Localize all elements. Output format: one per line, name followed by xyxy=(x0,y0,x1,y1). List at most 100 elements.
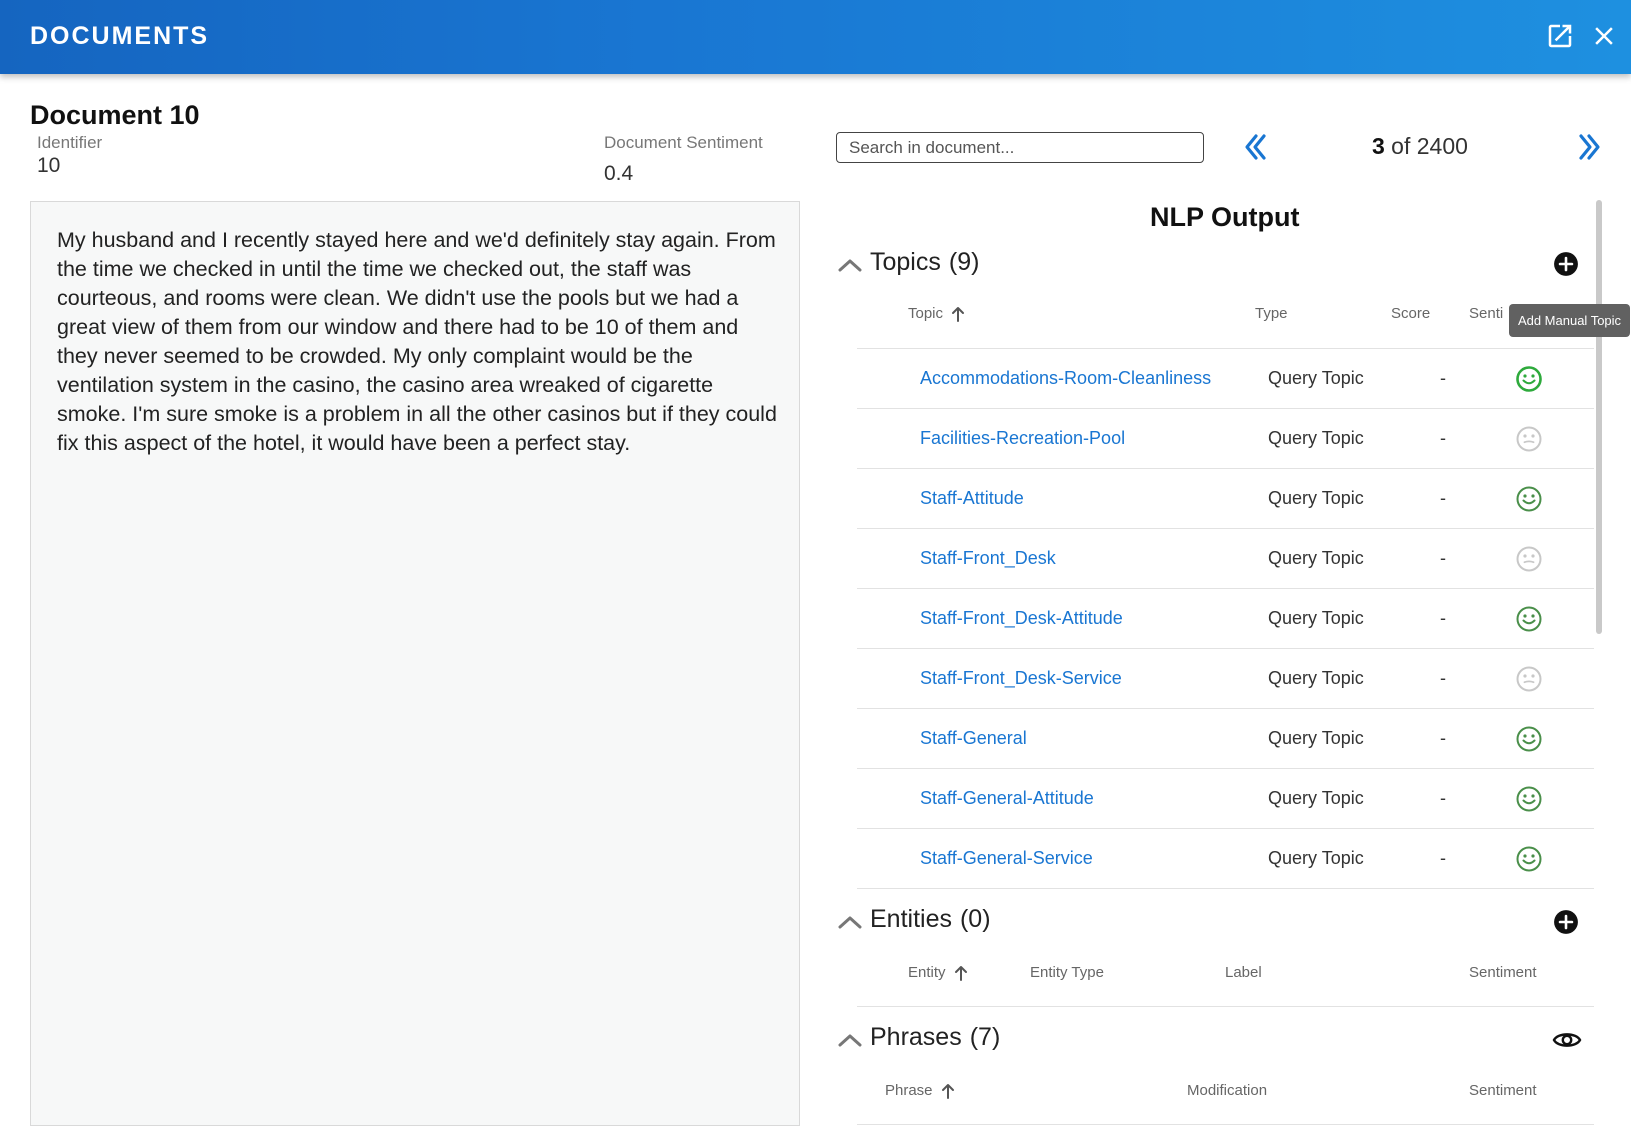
eye-icon xyxy=(1552,1033,1582,1047)
topic-sentiment xyxy=(1515,845,1543,873)
dialog-header: DOCUMENTS xyxy=(0,0,1631,74)
topic-score: - xyxy=(1440,488,1446,508)
neutral-face-icon xyxy=(1516,546,1542,572)
phrases-count: (7) xyxy=(969,1023,1001,1051)
pager-status: 3 of 2400 xyxy=(1372,133,1468,160)
toggle-phrase-highlight-button[interactable] xyxy=(1552,1027,1582,1053)
open-in-new-icon xyxy=(1548,24,1572,48)
smiley-face-icon xyxy=(1516,786,1542,812)
topic-link[interactable]: Staff-Attitude xyxy=(920,488,1024,509)
entities-label: Entities xyxy=(870,905,952,933)
topic-sentiment xyxy=(1515,425,1543,453)
topic-type: Query Topic xyxy=(1268,428,1364,448)
topic-score: - xyxy=(1440,788,1446,808)
topic-type: Query Topic xyxy=(1268,788,1364,808)
topic-score: - xyxy=(1440,848,1446,868)
topic-sentiment xyxy=(1515,725,1543,753)
topic-link[interactable]: Accommodations-Room-Cleanliness xyxy=(920,368,1211,389)
smiley-face-icon xyxy=(1516,726,1542,752)
topic-row: Staff-Front_Desk Query Topic - xyxy=(857,529,1594,589)
sort-ascending-icon xyxy=(941,1083,954,1099)
topics-collapse-toggle[interactable] xyxy=(837,255,863,275)
next-document-button[interactable] xyxy=(1575,130,1605,164)
chevron-up-icon xyxy=(838,1034,862,1047)
nlp-scrollbar-thumb[interactable] xyxy=(1596,200,1602,634)
topic-link[interactable]: Staff-Front_Desk-Service xyxy=(920,668,1122,689)
smiley-face-icon xyxy=(1516,606,1542,632)
topic-sentiment xyxy=(1515,665,1543,693)
document-title: Document 10 xyxy=(30,100,200,130)
divider xyxy=(857,888,1594,889)
topic-link[interactable]: Staff-General xyxy=(920,728,1027,749)
double-chevron-right-icon xyxy=(1579,134,1600,160)
phrase-column-label: Phrase xyxy=(885,1082,933,1099)
phrases-label: Phrases xyxy=(870,1023,962,1051)
entity-type-column-header[interactable]: Entity Type xyxy=(1030,964,1104,981)
topic-sentiment xyxy=(1515,605,1543,633)
topic-row: Staff-Front_Desk-Attitude Query Topic - xyxy=(857,589,1594,649)
open-in-new-button[interactable] xyxy=(1545,21,1575,51)
entities-section-title[interactable]: Entities (0) xyxy=(870,905,991,934)
topic-score: - xyxy=(1440,668,1446,688)
close-button[interactable] xyxy=(1589,21,1619,51)
entities-collapse-toggle[interactable] xyxy=(837,912,863,932)
sort-ascending-icon xyxy=(952,306,965,322)
score-column-header[interactable]: Score xyxy=(1391,305,1430,322)
topic-row: Staff-Attitude Query Topic - xyxy=(857,469,1594,529)
topic-score: - xyxy=(1440,428,1446,448)
add-circle-icon xyxy=(1554,252,1578,276)
add-entity-button[interactable] xyxy=(1553,909,1579,935)
phrase-column-header[interactable]: Phrase xyxy=(885,1082,955,1099)
identifier-value: 10 xyxy=(37,154,61,177)
document-text: My husband and I recently stayed here an… xyxy=(57,228,777,455)
previous-document-button[interactable] xyxy=(1240,130,1270,164)
topic-link[interactable]: Staff-General-Attitude xyxy=(920,788,1094,809)
topic-type: Query Topic xyxy=(1268,608,1364,628)
entity-column-label: Entity xyxy=(908,964,946,981)
topic-type: Query Topic xyxy=(1268,488,1364,508)
topic-link[interactable]: Staff-Front_Desk-Attitude xyxy=(920,608,1123,629)
pager-total: of 2400 xyxy=(1384,133,1468,159)
document-sentiment-label: Document Sentiment xyxy=(604,133,763,152)
document-text-panel: My husband and I recently stayed here an… xyxy=(30,201,800,1126)
entities-count: (0) xyxy=(959,905,991,933)
topic-link[interactable]: Facilities-Recreation-Pool xyxy=(920,428,1125,449)
pager-current: 3 xyxy=(1372,133,1385,159)
add-manual-topic-button[interactable] xyxy=(1553,251,1579,277)
topic-type: Query Topic xyxy=(1268,548,1364,568)
label-column-header[interactable]: Label xyxy=(1225,964,1262,981)
topic-column-label: Topic xyxy=(908,305,944,322)
phrases-collapse-toggle[interactable] xyxy=(837,1030,863,1050)
topic-type: Query Topic xyxy=(1268,668,1364,688)
nlp-output-title: NLP Output xyxy=(1150,202,1300,232)
modification-column-header[interactable]: Modification xyxy=(1187,1082,1267,1099)
topic-column-header[interactable]: Topic xyxy=(908,305,965,322)
topic-link[interactable]: Staff-Front_Desk xyxy=(920,548,1056,569)
topic-row: Facilities-Recreation-Pool Query Topic - xyxy=(857,409,1594,469)
phrase-sentiment-column-header[interactable]: Sentiment xyxy=(1469,1082,1537,1099)
topic-link[interactable]: Staff-General-Service xyxy=(920,848,1093,869)
search-in-document-input[interactable] xyxy=(836,132,1204,163)
topic-type: Query Topic xyxy=(1268,728,1364,748)
topic-row: Staff-Front_Desk-Service Query Topic - xyxy=(857,649,1594,709)
close-icon xyxy=(1595,27,1613,45)
chevron-up-icon xyxy=(838,259,862,272)
topic-score: - xyxy=(1440,548,1446,568)
topic-sentiment xyxy=(1515,785,1543,813)
dialog-title: DOCUMENTS xyxy=(30,22,210,50)
smiley-face-icon xyxy=(1516,846,1542,872)
topic-score: - xyxy=(1440,608,1446,628)
type-column-header[interactable]: Type xyxy=(1255,305,1288,322)
entity-sentiment-column-header[interactable]: Sentiment xyxy=(1469,964,1537,981)
topic-score: - xyxy=(1440,368,1446,388)
sort-ascending-icon xyxy=(954,965,967,981)
smiley-face-icon xyxy=(1516,366,1542,392)
phrases-section-title[interactable]: Phrases (7) xyxy=(870,1023,1000,1052)
identifier-label: Identifier xyxy=(37,133,103,152)
entity-column-header[interactable]: Entity xyxy=(908,964,968,981)
sentiment-column-header[interactable]: Senti xyxy=(1469,305,1503,322)
topic-row: Accommodations-Room-Cleanliness Query Top… xyxy=(857,349,1594,409)
smiley-face-icon xyxy=(1516,486,1542,512)
topic-sentiment xyxy=(1515,365,1543,393)
topics-section-title[interactable]: Topics (9) xyxy=(870,248,979,277)
